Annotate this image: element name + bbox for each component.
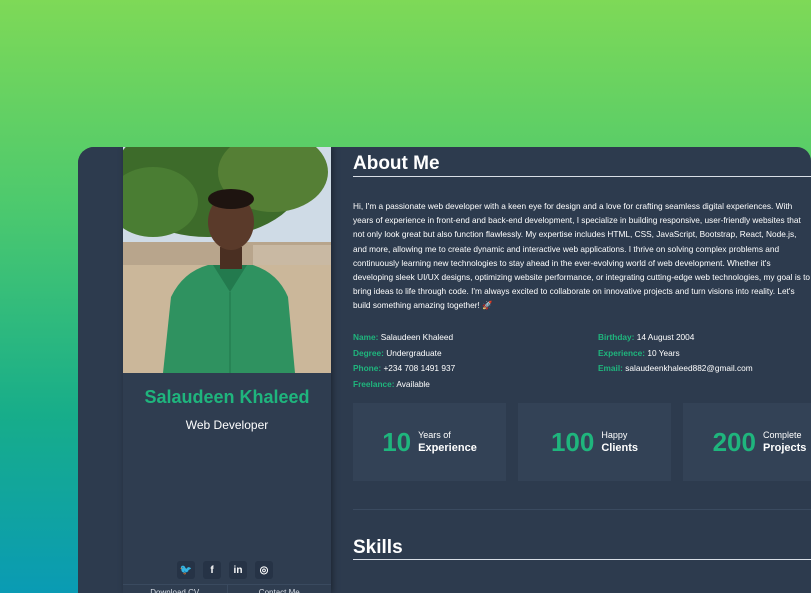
portfolio-window: Salaudeen Khaleed Web Developer 🐦 f in ◎… xyxy=(78,147,811,593)
section-divider xyxy=(353,509,811,510)
social-links: 🐦 f in ◎ xyxy=(177,561,273,579)
info-row-email: Email: salaudeenkhaleed882@gmail.com xyxy=(598,363,753,374)
info-row-phone: Phone: +234 708 1491 937 xyxy=(353,363,456,374)
linkedin-icon[interactable]: in xyxy=(229,561,247,579)
skills-heading-underline xyxy=(353,559,811,560)
stat-card-clients: 100 Happy Clients xyxy=(518,403,671,481)
about-line: years of experience in front-end and bac… xyxy=(353,215,801,226)
instagram-icon[interactable]: ◎ xyxy=(255,561,273,579)
about-line: bring ideas to life through code. I'm al… xyxy=(353,286,795,297)
info-left: Name: Salaudeen Khaleed Degree: Undergra… xyxy=(353,330,455,393)
about-line: continuously learning new technologies t… xyxy=(353,257,771,268)
facebook-icon[interactable]: f xyxy=(203,561,221,579)
stats-row: 10 Years of Experience 100 Happy Clients… xyxy=(353,403,811,481)
info-right: Birthday: 14 August 2004 Experience: 10 … xyxy=(598,330,753,377)
info-row-freelance: Freelance: Available xyxy=(353,379,430,390)
about-line: developing sleek UI/UX designs, optimizi… xyxy=(353,272,811,283)
about-line: not only look great but also function fl… xyxy=(353,229,797,240)
profile-role: Web Developer xyxy=(185,418,269,432)
about-paragraph: Hi, I'm a passionate web developer with … xyxy=(353,199,811,313)
stat-number: 100 xyxy=(550,426,595,457)
stat-number: 200 xyxy=(712,426,756,457)
contact-me-button[interactable]: Contact Me xyxy=(226,585,332,593)
stat-label: Happy Clients xyxy=(601,430,639,454)
download-cv-button[interactable]: Download CV xyxy=(123,585,227,593)
profile-photo xyxy=(123,147,331,373)
twitter-icon[interactable]: 🐦 xyxy=(177,561,195,579)
stat-label: Years of Experience xyxy=(418,430,477,454)
info-row-degree: Degree: Undergraduate xyxy=(353,347,442,358)
skills-heading: Skills xyxy=(353,537,403,558)
about-heading: About Me xyxy=(353,153,440,174)
about-line: build something amazing together! 🚀 xyxy=(353,300,493,311)
about-line: Hi, I'm a passionate web developer with … xyxy=(353,201,793,211)
profile-photo-image xyxy=(123,147,331,373)
stat-card-projects: 200 Complete Projects xyxy=(683,403,811,481)
info-row-name: Name: Salaudeen Khaleed xyxy=(353,332,454,342)
info-row-birthday: Birthday: 14 August 2004 xyxy=(598,332,695,342)
stat-card-experience: 10 Years of Experience xyxy=(353,403,506,481)
profile-name: Salaudeen Khaleed xyxy=(144,387,310,407)
profile-sidebar: Salaudeen Khaleed Web Developer 🐦 f in ◎… xyxy=(123,147,331,593)
info-row-experience: Experience: 10 Years xyxy=(598,347,680,358)
about-heading-underline xyxy=(353,176,811,177)
left-strip xyxy=(78,147,123,593)
main-content: About Me Hi, I'm a passionate web develo… xyxy=(353,147,811,593)
stat-label: Complete Projects xyxy=(762,430,807,454)
stat-number: 10 xyxy=(382,426,412,457)
about-line: and more, allowing me to create dynamic … xyxy=(353,243,780,254)
sidebar-buttons: Download CV Contact Me xyxy=(123,584,331,593)
